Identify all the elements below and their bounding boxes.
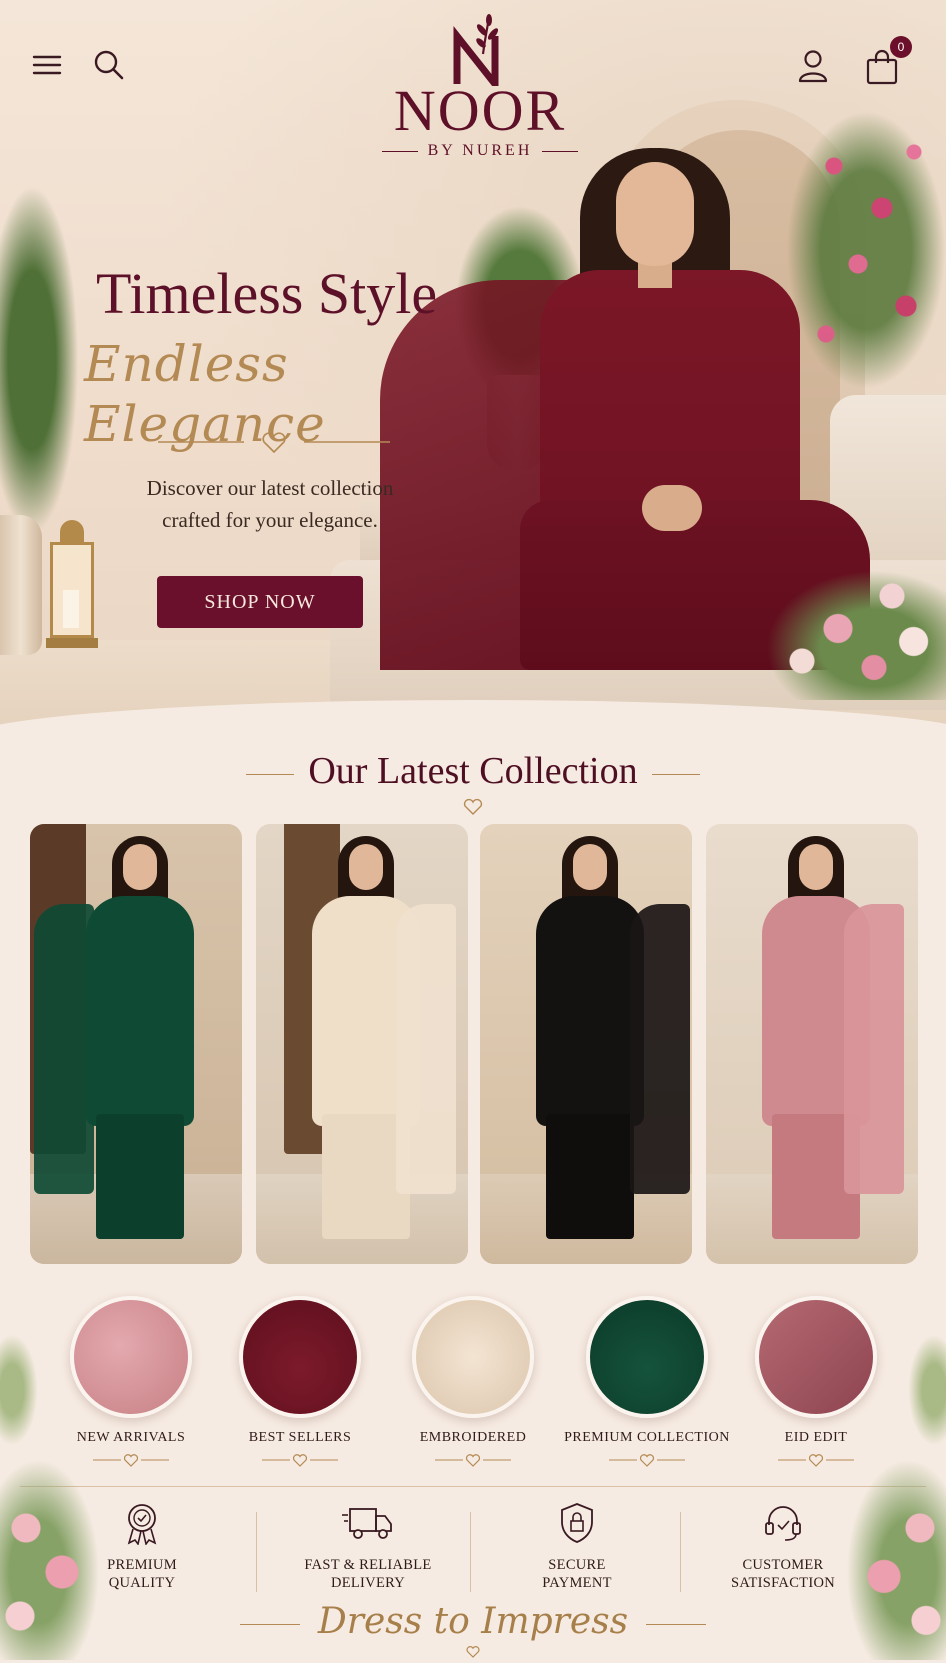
section-divider (20, 1486, 926, 1487)
logo-monogram-icon (453, 14, 499, 86)
shop-now-button[interactable]: SHOP NOW (157, 576, 363, 628)
product-grid (30, 824, 918, 1264)
page: 0 NOOR BY NUREH Timeless Style Endless E… (0, 0, 946, 1663)
product-card-black-suit[interactable] (480, 824, 692, 1264)
category-thumbnail[interactable] (412, 1296, 534, 1418)
brand-subtitle: BY NUREH (427, 142, 533, 159)
product-card-pink-suit[interactable] (706, 824, 918, 1264)
category-thumbnail[interactable] (70, 1296, 192, 1418)
user-icon[interactable] (796, 48, 830, 84)
tagline: Dress to Impress (0, 1600, 946, 1644)
cart-count-badge: 0 (890, 36, 912, 58)
category-row: NEW ARRIVALS BEST SELLERS EMBROIDERED PR… (0, 1296, 946, 1476)
olive-plant (0, 180, 80, 540)
hero-description: Discover our latest collection crafted f… (146, 476, 394, 532)
shield-lock-icon (477, 1500, 677, 1546)
pink-flowers (766, 570, 946, 700)
heart-divider-icon (158, 432, 390, 454)
hamburger-menu-icon[interactable] (30, 50, 64, 80)
brand-logo[interactable]: NOOR BY NUREH (360, 14, 600, 184)
feature-premium-quality: PREMIUM QUALITY (42, 1500, 242, 1592)
hero-title: Timeless Style (96, 261, 438, 326)
lantern-decor (46, 520, 98, 650)
headset-icon (683, 1500, 883, 1546)
ceramic-vase (0, 515, 42, 655)
award-badge-icon (42, 1500, 242, 1546)
brand-name: NOOR (393, 78, 567, 143)
feature-customer-satisfaction: CUSTOMER SATISFACTION (683, 1500, 883, 1592)
category-thumbnail[interactable] (755, 1296, 877, 1418)
feature-divider (256, 1512, 257, 1592)
delivery-truck-icon (268, 1500, 468, 1546)
feature-secure-payment: SECURE PAYMENT (477, 1500, 677, 1592)
category-premium-collection[interactable]: PREMIUM COLLECTION (557, 1296, 737, 1473)
heart-divider-icon (435, 1454, 511, 1467)
category-best-sellers[interactable]: BEST SELLERS (210, 1296, 390, 1473)
search-icon[interactable] (92, 48, 126, 82)
feature-strip: PREMIUM QUALITY FAST & RELIABLE DELIVERY… (40, 1500, 906, 1600)
feature-divider (470, 1512, 471, 1592)
category-embroidered[interactable]: EMBROIDERED (383, 1296, 563, 1473)
feature-fast-delivery: FAST & RELIABLE DELIVERY (268, 1500, 468, 1592)
product-card-green-suit[interactable] (30, 824, 242, 1264)
feature-divider (680, 1512, 681, 1592)
category-thumbnail[interactable] (586, 1296, 708, 1418)
hero-banner: 0 NOOR BY NUREH Timeless Style Endless E… (0, 0, 946, 735)
collection-title: Our Latest Collection (0, 748, 946, 794)
product-card-cream-suit[interactable] (256, 824, 468, 1264)
heart-icon (466, 1646, 480, 1658)
heart-divider-icon (609, 1454, 685, 1467)
heart-icon (463, 798, 483, 815)
category-thumbnail[interactable] (239, 1296, 361, 1418)
heart-divider-icon (262, 1454, 338, 1467)
